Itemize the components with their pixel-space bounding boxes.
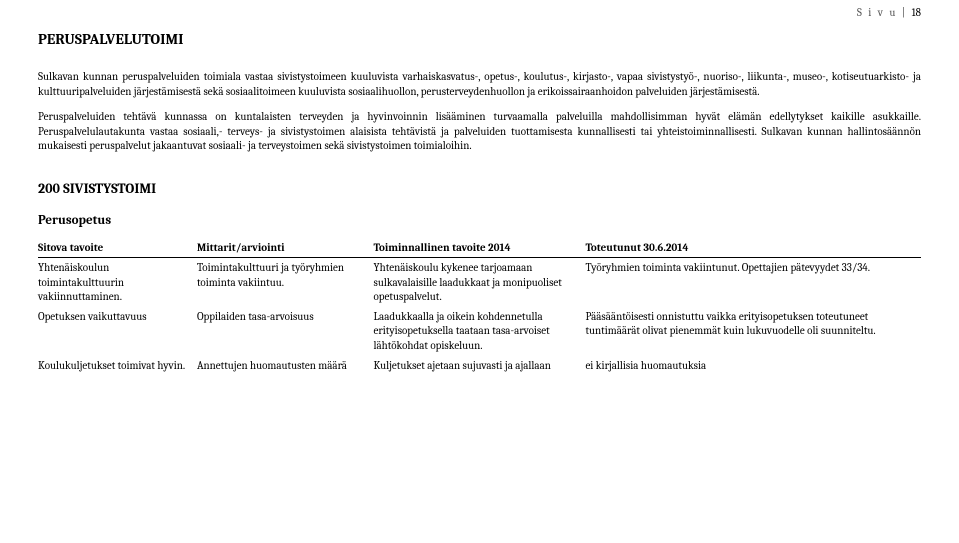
cell-mittarit: Toimintakulttuuri ja työryhmien toiminta…	[197, 258, 374, 307]
cell-mittarit: Annettujen huomautusten määrä	[197, 356, 374, 376]
paragraph-intro-2: Peruspalveluiden tehtävä kunnassa on kun…	[38, 110, 921, 155]
heading-perusopetus: Perusopetus	[38, 213, 921, 228]
cell-sitova: Koulukuljetukset toimivat hyvin.	[38, 356, 197, 376]
goals-table: Sitova tavoite Mittarit/arviointi Toimin…	[38, 238, 921, 376]
cell-toiminnallinen: Kuljetukset ajetaan sujuvasti ja ajallaa…	[374, 356, 586, 376]
page-number: S i v u | 18	[857, 6, 921, 19]
table-header-row: Sitova tavoite Mittarit/arviointi Toimin…	[38, 238, 921, 258]
col-header-sitova: Sitova tavoite	[38, 238, 197, 258]
table-row: Opetuksen vaikuttavuus Oppilaiden tasa-a…	[38, 307, 921, 356]
paragraph-intro-1: Sulkavan kunnan peruspalveluiden toimial…	[38, 70, 921, 100]
cell-sitova: Yhtenäiskoulun toimintakulttuurin vakiin…	[38, 258, 197, 307]
cell-sitova: Opetuksen vaikuttavuus	[38, 307, 197, 356]
table-row: Yhtenäiskoulun toimintakulttuurin vakiin…	[38, 258, 921, 307]
cell-toiminnallinen: Laadukkaalla ja oikein kohdennetulla eri…	[374, 307, 586, 356]
heading-peruspalvelutoimi: PERUSPALVELUTOIMI	[38, 30, 921, 48]
cell-toiminnallinen: Yhtenäiskoulu kykenee tarjoamaan sulkava…	[374, 258, 586, 307]
cell-toteutunut: ei kirjallisia huomautuksia	[585, 356, 921, 376]
page-label: S i v u	[857, 6, 897, 19]
table-row: Koulukuljetukset toimivat hyvin. Annettu…	[38, 356, 921, 376]
page-num-value: 18	[912, 6, 921, 19]
col-header-toteutunut: Toteutunut 30.6.2014	[585, 238, 921, 258]
cell-mittarit: Oppilaiden tasa-arvoisuus	[197, 307, 374, 356]
col-header-toiminnallinen: Toiminnallinen tavoite 2014	[374, 238, 586, 258]
cell-toteutunut: Työryhmien toiminta vakiintunut. Opettaj…	[585, 258, 921, 307]
heading-200-sivistystoimi: 200 SIVISTYSTOIMI	[38, 180, 921, 197]
cell-toteutunut: Pääsääntöisesti onnistuttu vaikka erityi…	[585, 307, 921, 356]
col-header-mittarit: Mittarit/arviointi	[197, 238, 374, 258]
